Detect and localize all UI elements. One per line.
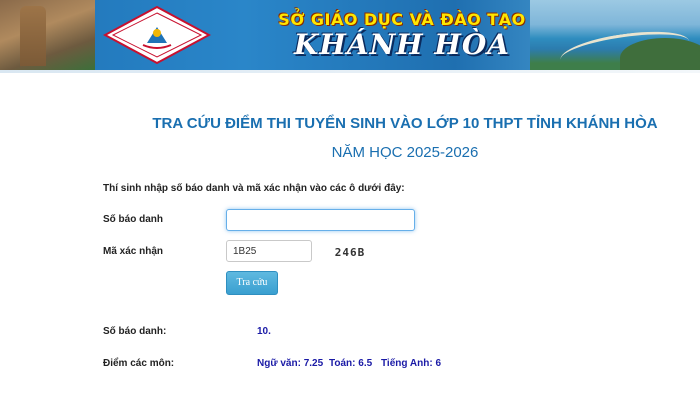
lookup-section: TRA CỨU ĐIỂM THI TUYỂN SINH VÀO LỚP 10 T… [0,73,700,404]
lookup-button[interactable]: Tra cứu [226,271,278,295]
department-logo [103,5,211,65]
result-scores-label: Điểm các môn: [103,358,175,369]
beach-photo [530,0,700,70]
banner-heading-main: KHÁNH HÒA [294,28,510,61]
monument-photo [0,0,95,70]
sbd-label: Số báo danh [103,214,163,225]
instruction-text: Thí sinh nhập số báo danh và mã xác nhận… [103,183,405,194]
captcha-label: Mã xác nhận [103,246,164,257]
page-title: TRA CỨU ĐIỂM THI TUYỂN SINH VÀO LỚP 10 T… [152,115,658,132]
sbd-input[interactable] [226,209,415,231]
captcha-input[interactable] [226,240,312,262]
tower-shape [20,6,46,66]
captcha-image: 246B [334,246,366,259]
score-math: Toán: 6.5 [329,358,373,369]
result-sbd-label: Số báo danh: [103,326,167,337]
banner-heading-top: SỞ GIÁO DỤC VÀ ĐÀO TẠO [278,10,526,29]
score-literature: Ngữ văn: 7.25 [257,358,324,369]
header-banner: SỞ GIÁO DỤC VÀ ĐÀO TẠO KHÁNH HÒA [0,0,700,70]
page-subtitle: NĂM HỌC 2025-2026 [331,144,479,161]
result-sbd-value: 10. [257,326,271,337]
score-english: Tiếng Anh: 6 [381,358,441,369]
